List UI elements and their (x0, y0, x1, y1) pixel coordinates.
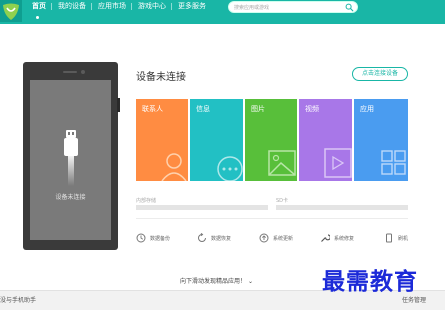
tile-contacts[interactable]: 联系人 (136, 99, 188, 181)
nav-tab-label: 更多服务 (178, 2, 206, 10)
tool-system-repair[interactable]: 系统修复 (320, 232, 354, 244)
tool-system-update[interactable]: 系统更新 (259, 232, 293, 244)
tool-label: 数据备份 (150, 235, 171, 242)
tool-label: 系统修复 (334, 235, 355, 242)
search-input[interactable] (234, 3, 342, 12)
tile-apps[interactable]: 应用 (354, 99, 408, 181)
phone-camera (81, 70, 85, 74)
tool-label: 数据恢复 (211, 235, 232, 242)
nav-tab-label: 首页 (32, 2, 46, 10)
discover-apps-text: 向下滑动发现精品应用！ (180, 278, 247, 285)
search-box[interactable] (228, 1, 358, 13)
tool-label: 刷机 (398, 235, 409, 242)
watermark-logo: 最需教育 (322, 268, 418, 295)
tile-videos[interactable]: 视频 (299, 99, 352, 181)
tool-data-restore[interactable]: 数据恢复 (197, 232, 231, 244)
video-icon (324, 148, 352, 178)
nav-tab-app-market[interactable]: 应用市场 (92, 0, 132, 14)
top-navigation-bar: 首页 我的设备 应用市场 游戏中心 更多服务 (0, 0, 445, 24)
chevron-down-icon: ⌄ (247, 278, 253, 285)
nav-tab-label: 应用市场 (98, 2, 126, 10)
backup-icon (136, 233, 146, 243)
divider (136, 218, 408, 219)
phone-illustration: 设备未连接 (23, 62, 120, 250)
contacts-icon (161, 153, 187, 181)
app-logo-icon[interactable] (0, 0, 22, 22)
search-icon[interactable] (345, 3, 354, 12)
active-tab-indicator (36, 16, 39, 19)
apps-icon (381, 150, 406, 175)
sd-card-label: SD卡 (276, 198, 289, 204)
tool-label: 系统更新 (273, 235, 294, 242)
main-nav: 首页 我的设备 应用市场 游戏中心 更多服务 (26, 0, 212, 14)
tile-messages[interactable]: 信息 (190, 99, 243, 181)
discover-apps-link[interactable]: 向下滑动发现精品应用！ ⌄ (180, 276, 253, 285)
internal-storage-label: 内部存储 (136, 198, 157, 204)
usb-cable-icon (64, 130, 78, 186)
messages-icon (217, 156, 243, 181)
phone-status-text: 设备未连接 (55, 194, 86, 201)
nav-tab-more-services[interactable]: 更多服务 (172, 0, 212, 14)
phone-screen: 设备未连接 (30, 80, 111, 240)
internal-storage-bar (136, 205, 268, 210)
tool-flash-rom[interactable]: 刷机 (384, 232, 408, 244)
tile-pictures[interactable]: 图片 (245, 99, 297, 181)
tool-data-backup[interactable]: 数据备份 (136, 232, 170, 244)
wrench-icon (321, 234, 330, 242)
nav-tab-home[interactable]: 首页 (26, 0, 52, 14)
picture-icon (268, 150, 296, 176)
update-icon (259, 233, 269, 243)
restore-icon (198, 233, 206, 242)
task-manager-link[interactable]: 任务管理 (402, 295, 426, 304)
page-title: 设备未连接 (136, 72, 186, 83)
nav-tab-label: 我的设备 (58, 2, 86, 10)
sd-card-bar (276, 205, 408, 210)
nav-tab-label: 游戏中心 (138, 2, 166, 10)
nav-tab-game-center[interactable]: 游戏中心 (132, 0, 172, 14)
phone-icon (386, 233, 392, 243)
nav-tab-my-device[interactable]: 我的设备 (52, 0, 92, 14)
phone-side-button (117, 98, 120, 112)
connect-device-button[interactable]: 点击连接设备 (352, 67, 408, 81)
status-left-text: 没与手机助手 (0, 297, 37, 304)
phone-speaker (63, 71, 77, 73)
